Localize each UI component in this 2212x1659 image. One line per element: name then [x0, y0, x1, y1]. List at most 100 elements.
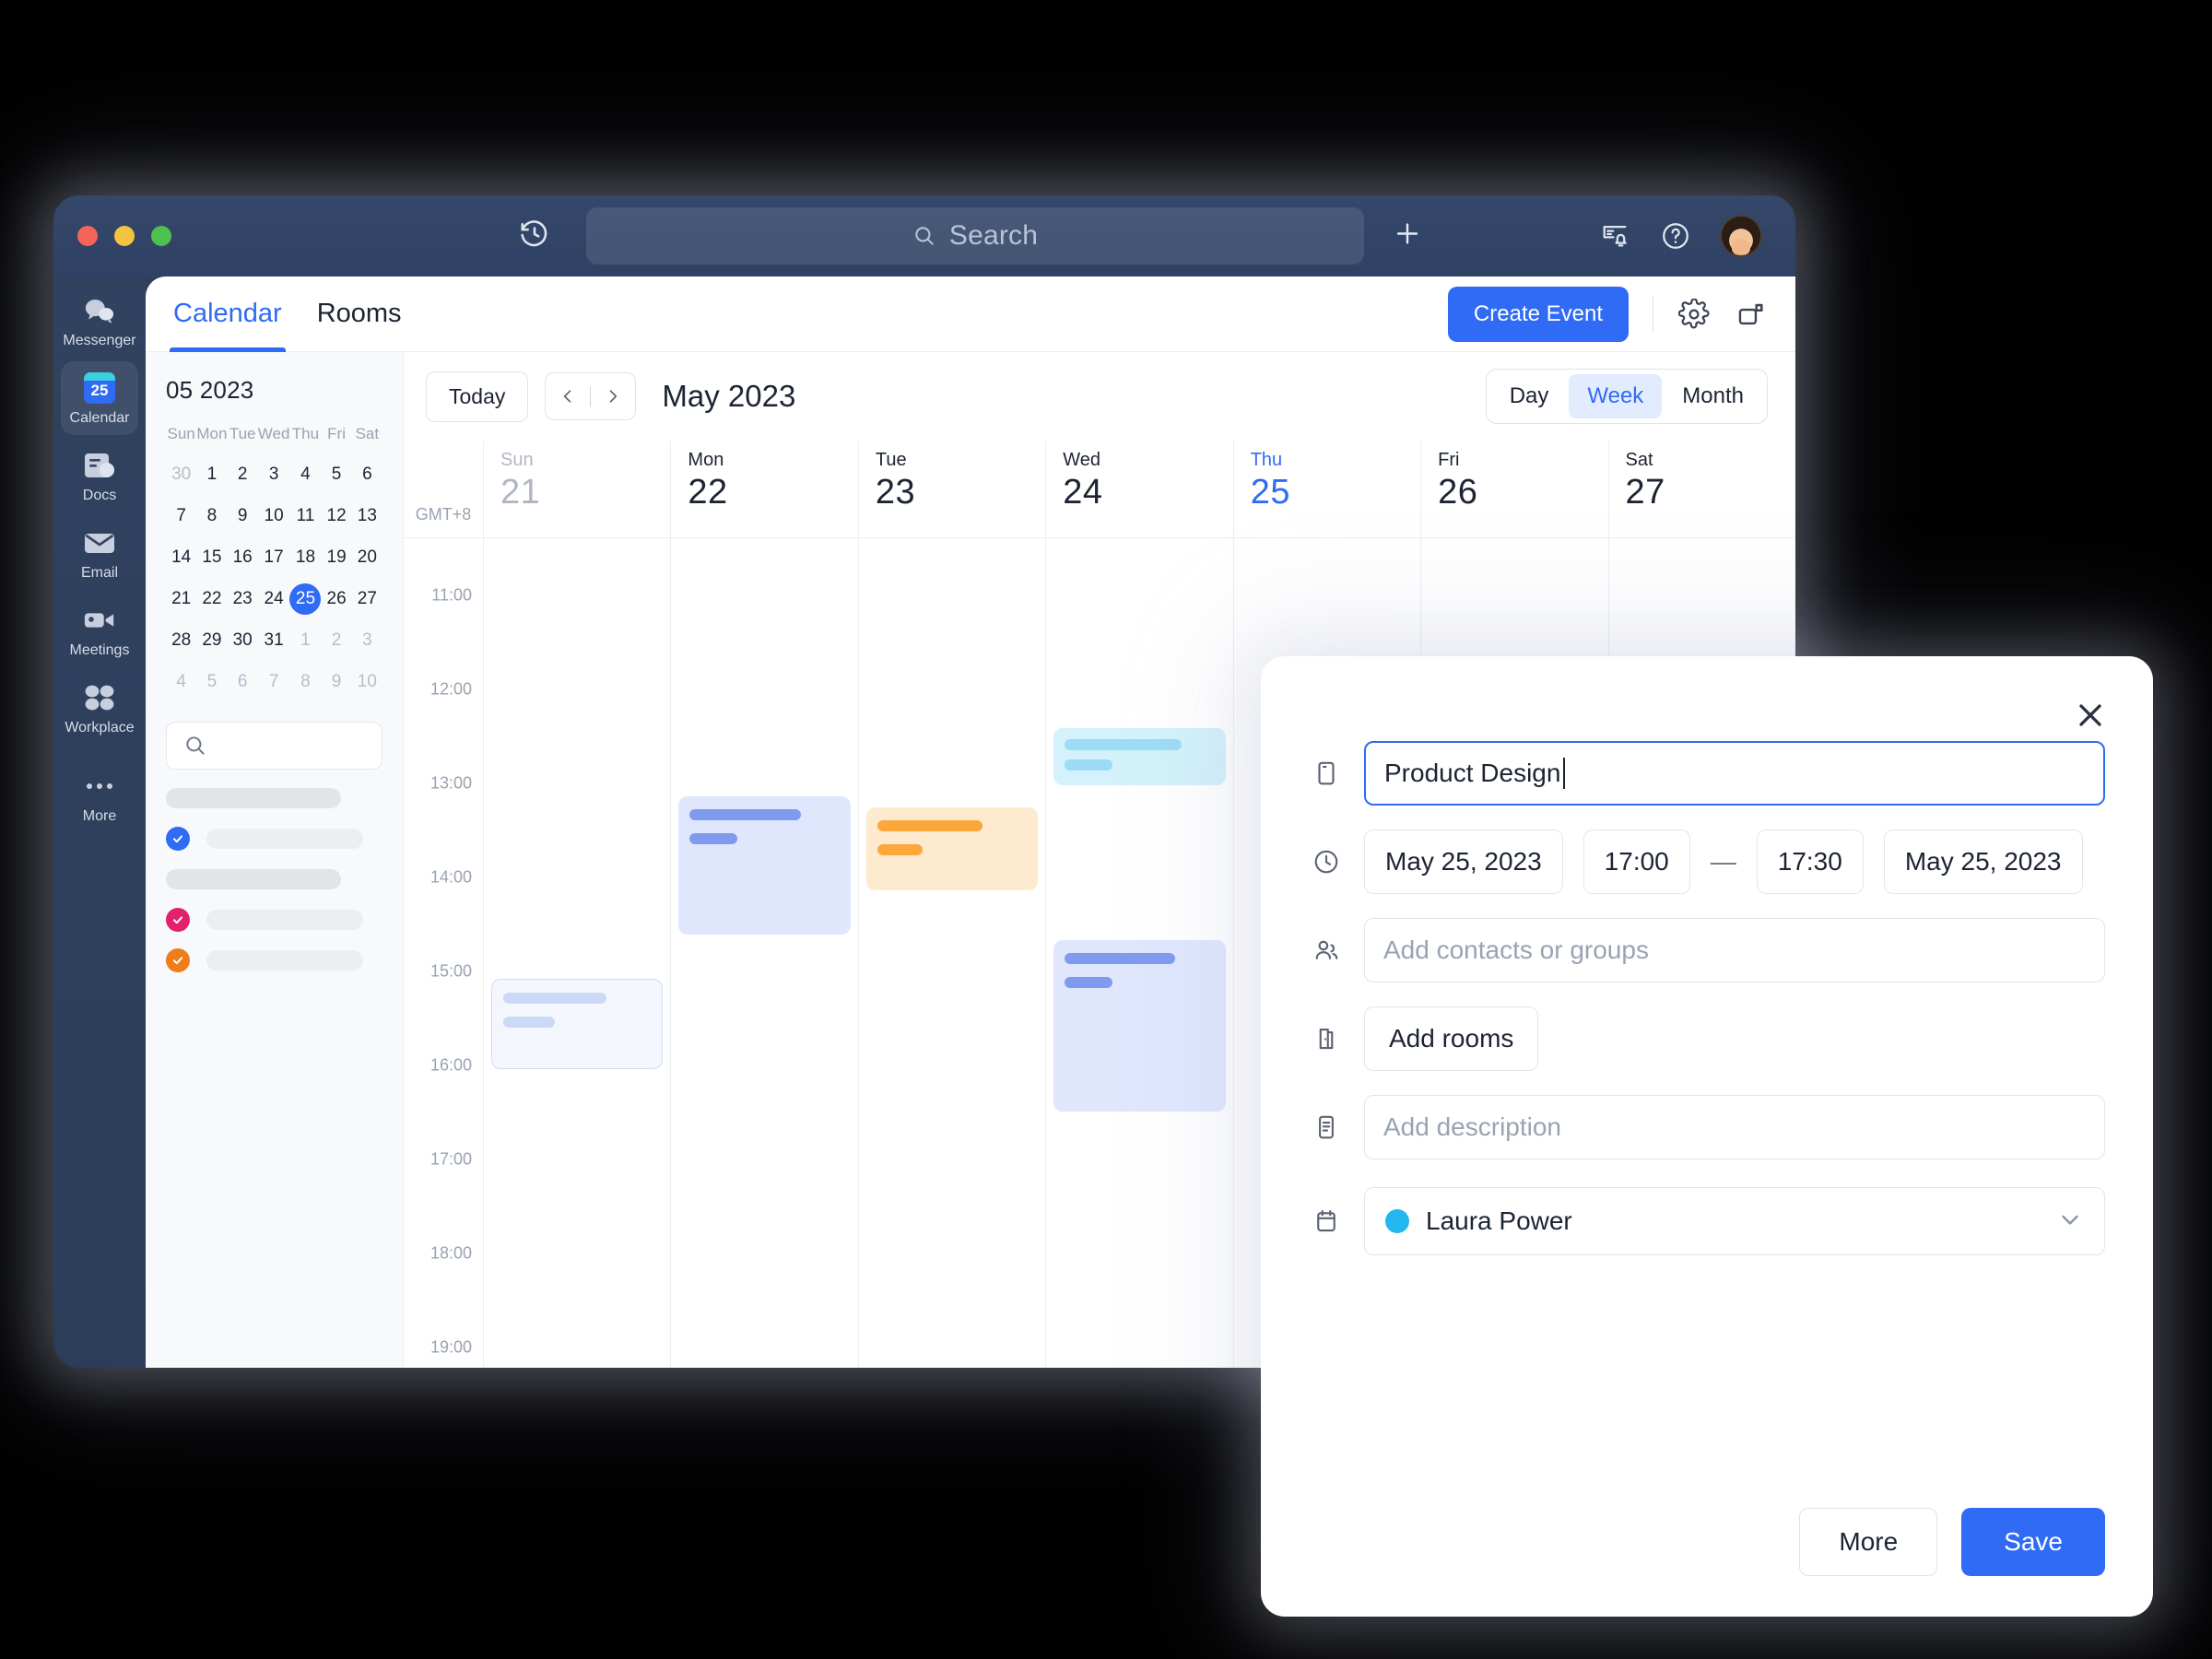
start-date-field[interactable]: May 25, 2023: [1364, 830, 1563, 894]
day-column-tue[interactable]: [857, 538, 1045, 1368]
mini-day[interactable]: 1: [196, 459, 227, 490]
mini-day[interactable]: 1: [289, 625, 321, 656]
view-day[interactable]: Day: [1491, 374, 1568, 418]
mini-day[interactable]: 30: [166, 459, 196, 490]
avatar[interactable]: [1720, 215, 1762, 257]
sidebar-item-messenger[interactable]: Messenger: [61, 284, 138, 358]
mini-day[interactable]: 5: [321, 459, 351, 490]
mini-day[interactable]: 14: [166, 542, 196, 573]
tab-rooms[interactable]: Rooms: [313, 276, 406, 351]
mini-day[interactable]: 7: [258, 666, 290, 698]
mini-day[interactable]: 29: [196, 625, 227, 656]
notifications-icon[interactable]: [1598, 219, 1631, 253]
calendar-event[interactable]: [865, 807, 1039, 890]
help-icon[interactable]: [1659, 219, 1692, 253]
view-month[interactable]: Month: [1664, 374, 1762, 418]
sidebar-item-calendar[interactable]: 25 Calendar: [61, 361, 138, 435]
checkbox-checked-icon[interactable]: [166, 908, 190, 932]
mini-day[interactable]: 3: [352, 625, 382, 656]
event-title-input[interactable]: Product Design: [1364, 741, 2105, 806]
maximize-window-button[interactable]: [151, 226, 171, 246]
mini-day[interactable]: 26: [321, 583, 351, 615]
mini-day[interactable]: 7: [166, 500, 196, 532]
list-item[interactable]: [166, 948, 382, 972]
global-search-input[interactable]: Search: [586, 207, 1364, 265]
mini-day[interactable]: 10: [352, 666, 382, 698]
mini-day[interactable]: 28: [166, 625, 196, 656]
day-column-mon[interactable]: [670, 538, 857, 1368]
mini-day[interactable]: 17: [258, 542, 290, 573]
calendar-event[interactable]: [1053, 940, 1226, 1112]
more-button[interactable]: More: [1799, 1508, 1938, 1576]
plus-icon[interactable]: [1392, 218, 1423, 254]
day-column-sun[interactable]: [483, 538, 670, 1368]
mini-day[interactable]: 6: [352, 459, 382, 490]
sidebar-item-more[interactable]: More: [61, 759, 138, 833]
mini-day[interactable]: 5: [196, 666, 227, 698]
chevron-left-icon[interactable]: [555, 383, 581, 409]
mini-day[interactable]: 12: [321, 500, 351, 532]
sidebar-item-docs[interactable]: Docs: [61, 439, 138, 512]
day-header-wed[interactable]: Wed 24: [1045, 441, 1232, 537]
calendar-owner-select[interactable]: Laura Power: [1364, 1187, 2105, 1255]
day-header-fri[interactable]: Fri 26: [1420, 441, 1607, 537]
mini-day[interactable]: 4: [289, 459, 321, 490]
mini-day[interactable]: 13: [352, 500, 382, 532]
end-date-field[interactable]: May 25, 2023: [1883, 830, 2083, 894]
mini-day[interactable]: 20: [352, 542, 382, 573]
mini-day[interactable]: 2: [321, 625, 351, 656]
tab-calendar[interactable]: Calendar: [170, 276, 286, 352]
mini-day-today[interactable]: 25: [289, 583, 322, 615]
list-item[interactable]: [166, 827, 382, 851]
mini-day[interactable]: 23: [228, 583, 258, 615]
start-time-field[interactable]: 17:00: [1583, 830, 1690, 894]
mini-day[interactable]: 21: [166, 583, 196, 615]
chevron-right-icon[interactable]: [600, 383, 626, 409]
add-rooms-button[interactable]: Add rooms: [1364, 1006, 1539, 1071]
mini-day[interactable]: 30: [228, 625, 258, 656]
mini-day[interactable]: 9: [228, 500, 258, 532]
sidebar-item-meetings[interactable]: Meetings: [61, 594, 138, 667]
close-icon[interactable]: [2072, 697, 2109, 738]
mini-day[interactable]: 19: [321, 542, 351, 573]
window-controls[interactable]: [77, 226, 171, 246]
gear-icon[interactable]: [1677, 298, 1711, 331]
mini-day[interactable]: 6: [228, 666, 258, 698]
day-header-sun[interactable]: Sun 21: [483, 441, 670, 537]
day-column-wed[interactable]: [1045, 538, 1232, 1368]
view-week[interactable]: Week: [1569, 374, 1663, 418]
checkbox-checked-icon[interactable]: [166, 827, 190, 851]
calendar-list-search-input[interactable]: [166, 722, 382, 770]
mini-day[interactable]: 18: [289, 542, 321, 573]
today-button[interactable]: Today: [426, 371, 529, 422]
mini-day[interactable]: 22: [196, 583, 227, 615]
mini-day[interactable]: 15: [196, 542, 227, 573]
mini-day[interactable]: 8: [289, 666, 321, 698]
mini-day[interactable]: 11: [289, 500, 321, 532]
mini-day[interactable]: 16: [228, 542, 258, 573]
popout-window-icon[interactable]: [1735, 298, 1768, 331]
save-button[interactable]: Save: [1961, 1508, 2105, 1576]
mini-day[interactable]: 9: [321, 666, 351, 698]
list-item[interactable]: [166, 867, 382, 891]
mini-day[interactable]: 3: [258, 459, 290, 490]
list-item[interactable]: [166, 786, 382, 810]
minimize-window-button[interactable]: [114, 226, 135, 246]
guests-input[interactable]: Add contacts or groups: [1364, 918, 2105, 982]
checkbox-checked-icon[interactable]: [166, 948, 190, 972]
day-header-mon[interactable]: Mon 22: [670, 441, 857, 537]
mini-day[interactable]: 27: [352, 583, 382, 615]
history-icon[interactable]: [518, 218, 551, 255]
calendar-event[interactable]: [1053, 728, 1226, 785]
mini-day[interactable]: 31: [258, 625, 290, 656]
description-input[interactable]: Add description: [1364, 1095, 2105, 1159]
sidebar-item-email[interactable]: Email: [61, 516, 138, 590]
calendar-event[interactable]: [678, 796, 851, 935]
list-item[interactable]: [166, 908, 382, 932]
day-header-thu[interactable]: Thu 25: [1232, 441, 1420, 537]
mini-day[interactable]: 8: [196, 500, 227, 532]
chevron-down-icon[interactable]: [2056, 1206, 2084, 1238]
sidebar-item-workplace[interactable]: Workplace: [61, 671, 138, 745]
mini-day[interactable]: 10: [258, 500, 290, 532]
mini-day[interactable]: 24: [258, 583, 290, 615]
